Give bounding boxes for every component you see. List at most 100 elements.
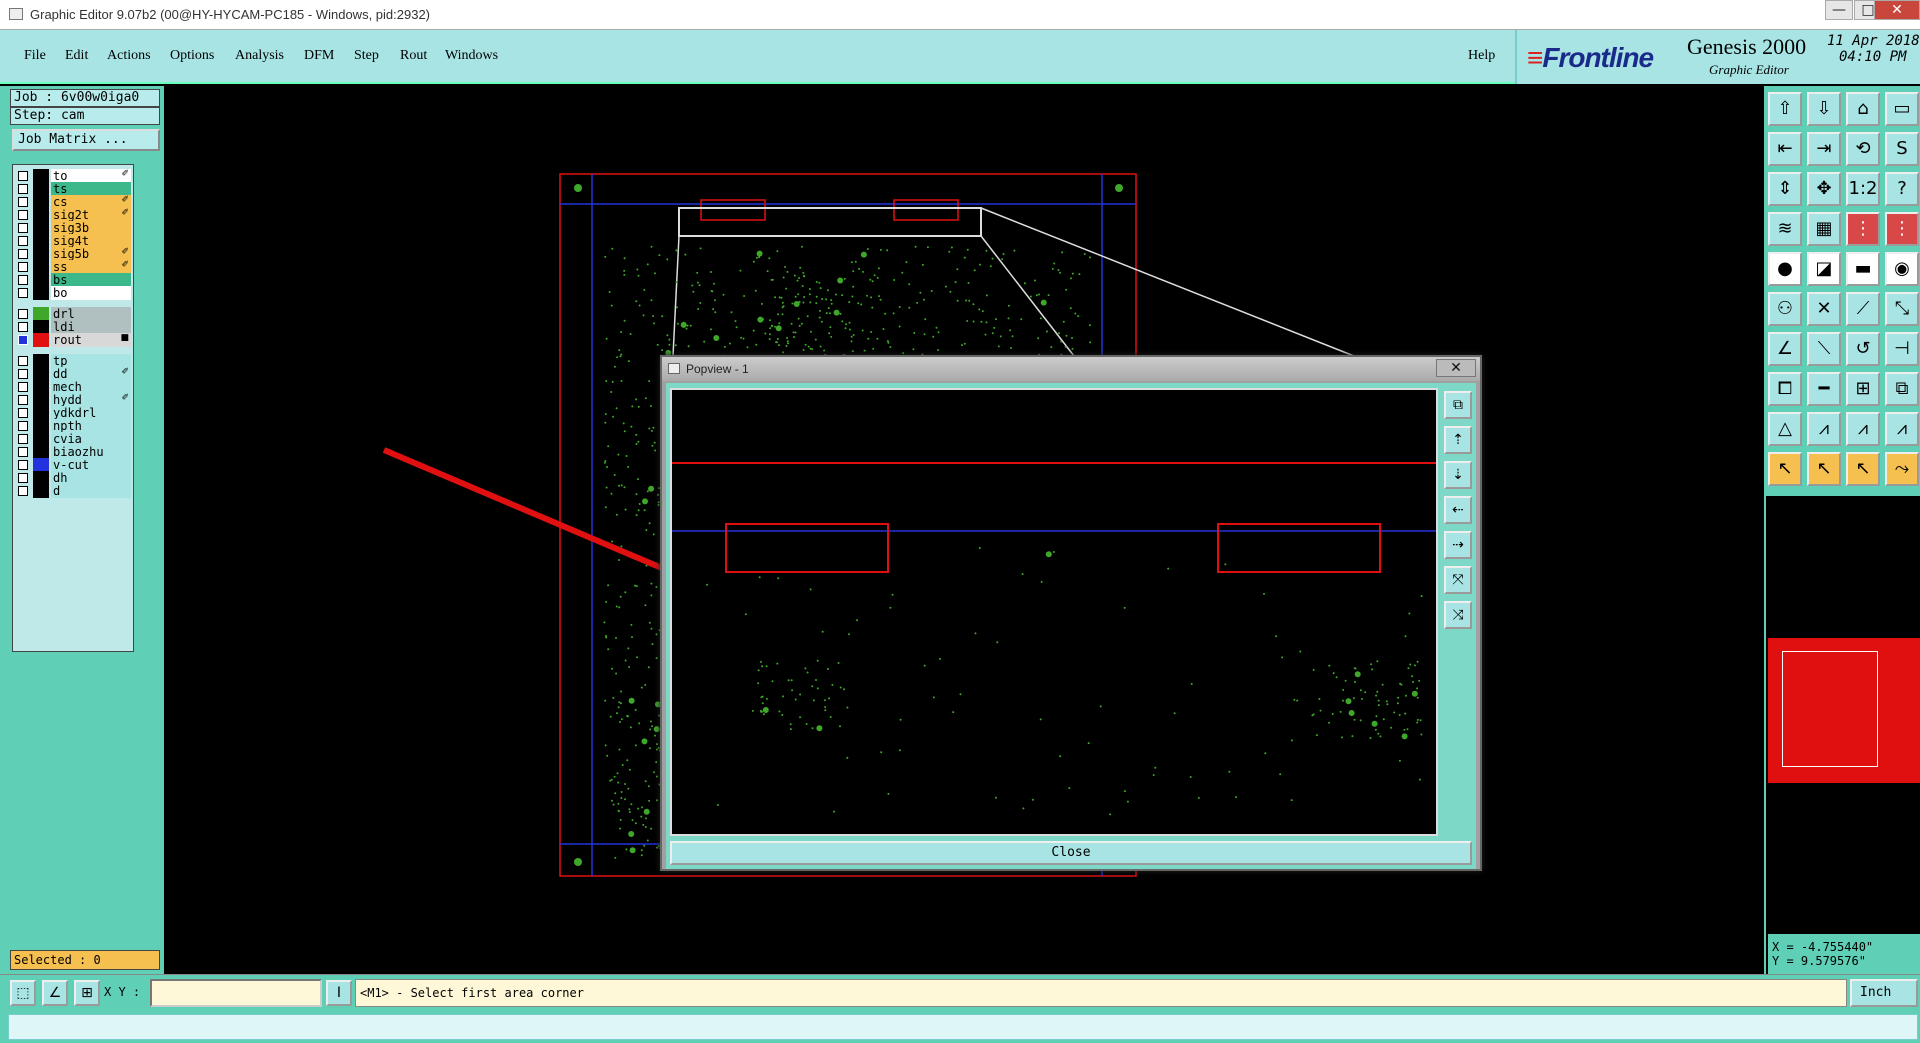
- layer-row-dd[interactable]: dd ✐: [15, 367, 133, 381]
- connect-icon[interactable]: ⋮: [1846, 212, 1880, 246]
- layer-checkbox[interactable]: [18, 322, 28, 332]
- extend-icon[interactable]: ⤡: [1885, 292, 1919, 326]
- trim-icon[interactable]: ⊣: [1885, 332, 1919, 366]
- popview-zoom-out-icon[interactable]: ⤨: [1444, 601, 1472, 629]
- pad-icon[interactable]: ●: [1768, 252, 1802, 286]
- layers-icon[interactable]: ≋: [1768, 212, 1802, 246]
- menu-rout[interactable]: Rout: [400, 48, 427, 64]
- route-icon[interactable]: ⟋: [1846, 292, 1880, 326]
- minimap[interactable]: [1768, 638, 1920, 783]
- grid-icon[interactable]: ▦: [1807, 212, 1841, 246]
- drill-icon[interactable]: ◉: [1885, 252, 1919, 286]
- layer-checkbox[interactable]: [18, 184, 28, 194]
- layer-checkbox[interactable]: [18, 335, 28, 345]
- layer-row-sig2t[interactable]: sig2t ✐: [15, 208, 133, 222]
- layer-checkbox[interactable]: [18, 369, 28, 379]
- menu-actions[interactable]: Actions: [107, 48, 151, 64]
- menu-help[interactable]: Help: [1468, 48, 1495, 64]
- layer-row-tp[interactable]: tp: [15, 354, 133, 368]
- bar-icon[interactable]: ━: [1807, 372, 1841, 406]
- layer-row-bs[interactable]: bs: [15, 273, 133, 287]
- layer-checkbox[interactable]: [18, 275, 28, 285]
- layer-checkbox[interactable]: [18, 460, 28, 470]
- layer-row-d[interactable]: d: [15, 484, 133, 498]
- menu-step[interactable]: Step: [354, 48, 379, 64]
- layer-row-to[interactable]: to ✐: [15, 169, 133, 183]
- undo-icon[interactable]: ⟲: [1846, 132, 1880, 166]
- popview-pan-up-icon[interactable]: ⇡: [1444, 426, 1472, 454]
- popview-close-x-button[interactable]: ✕: [1436, 359, 1476, 377]
- select3-icon[interactable]: ↖: [1846, 452, 1880, 486]
- layer-row-biaozhu[interactable]: biaozhu: [15, 445, 133, 459]
- layer-row-cvia[interactable]: cvia: [15, 432, 133, 446]
- center-icon[interactable]: ✥: [1807, 172, 1841, 206]
- layer-row-npth[interactable]: npth: [15, 419, 133, 433]
- layer-checkbox[interactable]: [18, 486, 28, 496]
- layer-checkbox[interactable]: [18, 210, 28, 220]
- layer-checkbox[interactable]: [18, 171, 28, 181]
- layer-checkbox[interactable]: [18, 382, 28, 392]
- menu-analysis[interactable]: Analysis: [235, 48, 284, 64]
- help-icon[interactable]: ?: [1885, 172, 1919, 206]
- import-icon[interactable]: ⇩: [1807, 92, 1841, 126]
- slash-icon[interactable]: ⟍: [1807, 332, 1841, 366]
- layer-row-bo[interactable]: bo: [15, 286, 133, 300]
- layer-checkbox[interactable]: [18, 309, 28, 319]
- menu-windows[interactable]: Windows: [445, 48, 498, 64]
- outline3-icon[interactable]: ⩘: [1885, 412, 1919, 446]
- layer-row-dh[interactable]: dh: [15, 471, 133, 485]
- layer-row-sig3b[interactable]: sig3b: [15, 221, 133, 235]
- layer-checkbox[interactable]: [18, 223, 28, 233]
- layer-row-ss[interactable]: ss ✐: [15, 260, 133, 274]
- layer-checkbox[interactable]: [18, 434, 28, 444]
- layer-row-rout[interactable]: rout ■: [15, 333, 133, 347]
- array-icon[interactable]: ⊞: [1846, 372, 1880, 406]
- polarity-icon[interactable]: ◪: [1807, 252, 1841, 286]
- triangle-icon[interactable]: △: [1768, 412, 1802, 446]
- layer-checkbox[interactable]: [18, 473, 28, 483]
- copy-icon[interactable]: ⧉: [1885, 372, 1919, 406]
- layer-checkbox[interactable]: [18, 236, 28, 246]
- layer-checkbox[interactable]: [18, 262, 28, 272]
- popview-close-button[interactable]: Close: [670, 841, 1472, 865]
- layer-row-sig5b[interactable]: sig5b ✐: [15, 247, 133, 261]
- popview-zoom-in-icon[interactable]: ⤧: [1444, 566, 1472, 594]
- layer-checkbox[interactable]: [18, 408, 28, 418]
- box-icon[interactable]: ⧠: [1768, 372, 1802, 406]
- layer-row-ts[interactable]: ts: [15, 182, 133, 196]
- popview-pan-right-icon[interactable]: ⇢: [1444, 531, 1472, 559]
- grid-icon[interactable]: ⊞: [74, 980, 100, 1006]
- popview-canvas[interactable]: [670, 388, 1438, 836]
- menu-file[interactable]: File: [24, 48, 46, 64]
- layer-row-ydkdrl[interactable]: ydkdrl: [15, 406, 133, 420]
- line-icon[interactable]: ▬: [1846, 252, 1880, 286]
- connect2-icon[interactable]: ⋮: [1885, 212, 1919, 246]
- pan-right-icon[interactable]: ⇥: [1807, 132, 1841, 166]
- popview-pan-down-icon[interactable]: ⇣: [1444, 461, 1472, 489]
- angle-icon[interactable]: ∠: [1768, 332, 1802, 366]
- snap-icon[interactable]: S: [1885, 132, 1919, 166]
- menu-options[interactable]: Options: [170, 48, 214, 64]
- layer-checkbox[interactable]: [18, 356, 28, 366]
- layer-row-sig4t[interactable]: sig4t: [15, 234, 133, 248]
- home-icon[interactable]: ⌂: [1846, 92, 1880, 126]
- fit-icon[interactable]: ⇕: [1768, 172, 1802, 206]
- layer-checkbox[interactable]: [18, 249, 28, 259]
- layer-checkbox[interactable]: [18, 395, 28, 405]
- layer-row-cs[interactable]: cs ✐: [15, 195, 133, 209]
- menu-edit[interactable]: Edit: [65, 48, 88, 64]
- snap-icon[interactable]: ⬚: [10, 980, 36, 1006]
- cursor-mode-icon[interactable]: I: [326, 980, 352, 1006]
- node-icon[interactable]: ⚇: [1768, 292, 1802, 326]
- export-icon[interactable]: ⇧: [1768, 92, 1802, 126]
- minimize-button[interactable]: —: [1825, 0, 1853, 20]
- measure-icon[interactable]: ∠: [42, 980, 68, 1006]
- outline-icon[interactable]: ⩘: [1807, 412, 1841, 446]
- layer-checkbox[interactable]: [18, 288, 28, 298]
- move-icon[interactable]: ⤳: [1885, 452, 1919, 486]
- layer-checkbox[interactable]: [18, 197, 28, 207]
- select2-icon[interactable]: ↖: [1807, 452, 1841, 486]
- layer-row-ldi[interactable]: ldi: [15, 320, 133, 334]
- outline2-icon[interactable]: ⩘: [1846, 412, 1880, 446]
- popview-zoom-window-icon[interactable]: ⧉: [1444, 391, 1472, 419]
